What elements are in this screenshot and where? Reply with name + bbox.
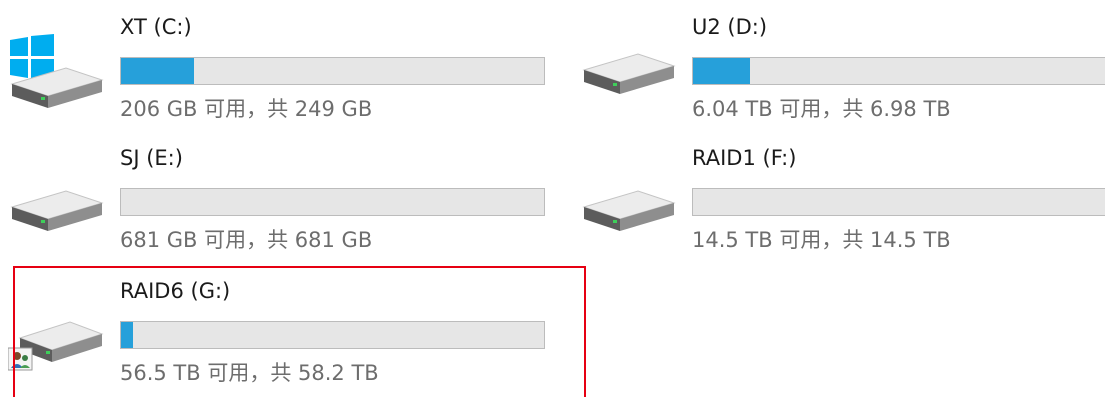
capacity-bar <box>692 188 1105 216</box>
capacity-bar <box>120 188 545 216</box>
drive-space-text: 681 GB 可用，共 681 GB <box>120 228 373 252</box>
drive-name: U2 (D:) <box>692 15 768 39</box>
windows-system-drive-icon <box>10 34 104 108</box>
capacity-bar-fill <box>121 322 134 348</box>
capacity-bar <box>692 57 1105 85</box>
drive-item-g[interactable]: RAID6 (G:) 56.5 TB 可用，共 58.2 TB <box>0 266 586 397</box>
hard-drive-icon <box>10 190 104 231</box>
drive-space-text: 6.04 TB 可用，共 6.98 TB <box>692 97 951 121</box>
drive-name: XT (C:) <box>120 15 192 39</box>
drive-item-e[interactable]: SJ (E:) 681 GB 可用，共 681 GB <box>0 133 560 258</box>
drives-view: XT (C:) 206 GB 可用，共 249 GB U2 (D:) 6.04 … <box>0 0 1105 397</box>
capacity-bar <box>120 57 545 85</box>
drive-space-text: 56.5 TB 可用，共 58.2 TB <box>120 361 379 385</box>
capacity-bar-fill <box>693 58 751 84</box>
capacity-bar-fill <box>121 58 195 84</box>
drive-item-d[interactable]: U2 (D:) 6.04 TB 可用，共 6.98 TB <box>572 0 1105 125</box>
drive-space-text: 206 GB 可用，共 249 GB <box>120 97 373 121</box>
shared-drive-icon <box>8 321 104 371</box>
drive-name: RAID1 (F:) <box>692 146 797 170</box>
capacity-bar <box>120 321 545 349</box>
drive-item-f[interactable]: RAID1 (F:) 14.5 TB 可用，共 14.5 TB <box>572 133 1105 258</box>
hard-drive-icon <box>582 190 676 231</box>
drive-name: RAID6 (G:) <box>120 279 231 303</box>
drive-item-c[interactable]: XT (C:) 206 GB 可用，共 249 GB <box>0 0 560 125</box>
drive-space-text: 14.5 TB 可用，共 14.5 TB <box>692 228 951 252</box>
drive-name: SJ (E:) <box>120 146 183 170</box>
hard-drive-icon <box>582 53 676 94</box>
share-user-icon <box>8 347 33 371</box>
